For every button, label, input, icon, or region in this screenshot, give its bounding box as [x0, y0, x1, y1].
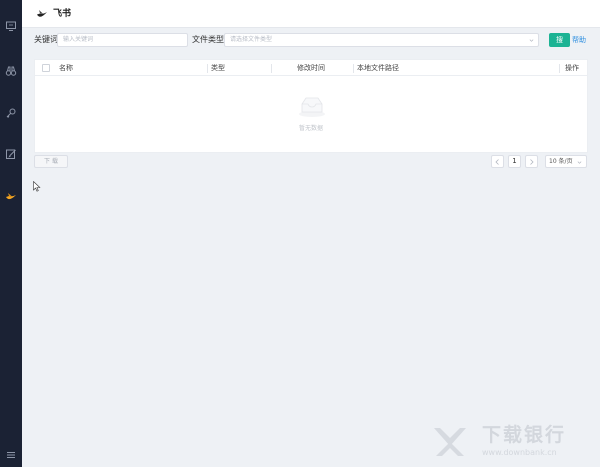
filetype-select[interactable]: 请选择文件类型 [224, 33, 539, 47]
page-size-select[interactable]: 10 条/页 [545, 155, 587, 168]
next-page-button[interactable] [525, 155, 538, 168]
watermark: 下载银行 www.downbank.cn [430, 424, 590, 462]
filetype-placeholder: 请选择文件类型 [230, 36, 273, 43]
sidebar [0, 0, 22, 467]
column-modified-time: 修改时间 [297, 64, 325, 72]
column-divider [271, 64, 272, 73]
column-local-path: 本地文件路径 [357, 64, 399, 72]
column-name: 名称 [59, 64, 73, 72]
prev-page-button[interactable] [491, 155, 504, 168]
table-footer: 下 载 1 10 条/页 [22, 155, 600, 169]
page-size-value: 10 条/页 [549, 158, 573, 165]
monitor-icon[interactable] [5, 20, 17, 32]
table-header: 名称 类型 修改时间 本地文件路径 操作 [35, 60, 587, 76]
feishu-bird-icon[interactable] [5, 191, 17, 203]
select-all-checkbox[interactable] [42, 64, 50, 72]
file-table: 名称 类型 修改时间 本地文件路径 操作 暂无数据 [34, 59, 588, 153]
column-divider [207, 64, 208, 73]
watermark-text-en: www.downbank.cn [482, 448, 557, 457]
mouse-cursor-icon [33, 181, 41, 192]
page-number-button[interactable]: 1 [508, 155, 521, 168]
help-link[interactable]: 帮助 [572, 34, 586, 46]
empty-box-icon [297, 94, 327, 118]
edit-icon[interactable] [5, 148, 17, 160]
chevron-down-icon [529, 39, 534, 42]
binoculars-icon[interactable] [5, 65, 17, 77]
column-divider [559, 64, 560, 73]
column-actions: 操作 [565, 64, 579, 72]
header: 飞书 [22, 0, 600, 28]
column-divider [353, 64, 354, 73]
chevron-down-icon [577, 161, 582, 164]
filetype-label: 文件类型 [192, 35, 224, 44]
key-icon[interactable] [5, 107, 17, 119]
watermark-text-cn: 下载银行 [482, 424, 567, 446]
column-type: 类型 [211, 64, 225, 72]
keyword-input[interactable]: 输入关键词 [57, 33, 188, 47]
chevron-right-icon [530, 159, 534, 165]
download-button[interactable]: 下 载 [34, 155, 68, 168]
watermark-logo-icon [434, 428, 466, 456]
feishu-logo-icon [36, 8, 48, 20]
keyword-label: 关键词 [34, 35, 58, 44]
search-button[interactable]: 搜 [549, 33, 570, 47]
main-content: 飞书 关键词 输入关键词 文件类型 请选择文件类型 搜 帮助 名称 类型 修改时… [22, 0, 600, 467]
menu-icon[interactable] [5, 449, 17, 461]
chevron-left-icon [495, 159, 499, 165]
empty-text: 暂无数据 [298, 125, 323, 132]
search-bar: 关键词 输入关键词 文件类型 请选择文件类型 搜 帮助 [22, 33, 600, 47]
page-title: 飞书 [53, 9, 72, 19]
